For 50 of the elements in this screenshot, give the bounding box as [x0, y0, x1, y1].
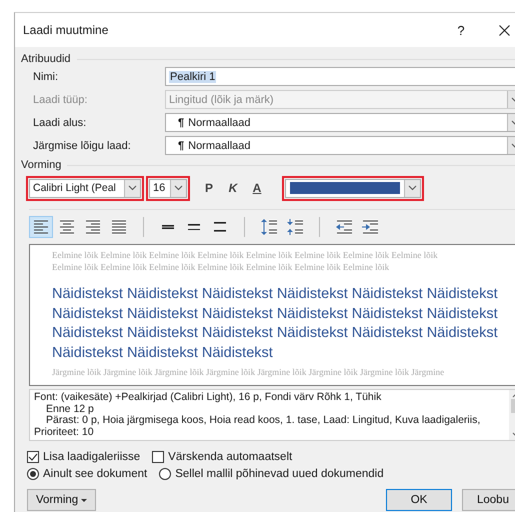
italic-button[interactable]: K	[223, 181, 243, 195]
window-title: Laadi muutmine	[23, 23, 110, 37]
checkbox-label: Värskenda automaatselt	[168, 451, 292, 463]
description-text: Font: (vaikesäte) +Pealkirjad (Calibri Light), 16 p, Fondi värv Rõhk 1, Tühik	[34, 392, 382, 404]
description-text: Enne 12 p	[45, 404, 95, 415]
description-text: Prioriteet: 10	[34, 426, 95, 438]
sample-text: Näidistekst Näidistekst Näidistekst Näidistekst Näidistekst Näidistekst	[52, 324, 499, 343]
previous-paragraph-text: Eelmine lõik Eelmine lõik Eelmine lõik Eelmine lõik Eelmine lõik Eelmine lõik Eelmine lõik	[52, 261, 390, 273]
justify-icon	[110, 218, 128, 236]
indent-icon	[361, 218, 379, 236]
description-text: Pärast: 0 p, Hoia järgmisega koos, Hoia read koos, 1. tase, Laad: Lingitud, Kuva laadigaleriis,	[45, 415, 482, 426]
format-menu-button[interactable]: Vorming	[27, 489, 96, 511]
close-icon[interactable]	[498, 24, 510, 36]
align-left-icon	[32, 218, 50, 236]
sample-text: Näidistekst Näidistekst Näidistekst Näidistekst Näidistekst Näidistekst	[52, 285, 499, 304]
radio-label: Ainult see dokument	[43, 468, 148, 480]
sample-text: Näidistekst Näidistekst Näidistekst	[52, 344, 274, 362]
caret-icon	[81, 499, 88, 503]
cancel-button[interactable]: Loobu	[462, 489, 515, 511]
single-icon	[162, 225, 174, 229]
space-less-icon	[286, 218, 304, 236]
field-label: Laadi alus:	[33, 116, 88, 128]
radio-button[interactable]	[159, 468, 172, 480]
dropdown-field[interactable]: ¶ Normaallaad	[165, 136, 515, 155]
dropdown-field[interactable]: ¶ Normaallaad	[165, 113, 515, 132]
ok-button[interactable]: OK	[386, 489, 452, 511]
align-right-icon	[84, 218, 102, 236]
section-heading: Vorming	[21, 159, 62, 171]
onehalf-icon	[188, 224, 200, 230]
field-label: Järgmise lõigu laad:	[33, 140, 132, 152]
space-more-icon	[260, 218, 278, 236]
input-field[interactable]: Pealkiri 1	[165, 67, 515, 86]
previous-paragraph-text: Eelmine lõik Eelmine lõik Eelmine lõik Eelmine lõik Eelmine lõik Eelmine lõik Eelmine lõik Eelmine lõik	[52, 249, 439, 261]
radio-button[interactable]	[27, 468, 39, 480]
checkbox[interactable]	[27, 451, 39, 463]
underline-button[interactable]: A	[247, 181, 267, 195]
section-heading: Atribuudid	[21, 53, 71, 65]
radio-label: Sellel mallil põhinevad uued dokumendid	[175, 468, 384, 480]
checkbox-label: Lisa laadigaleriisse	[43, 451, 140, 463]
bold-button[interactable]: P	[199, 181, 219, 195]
field-label: Laadi tüüp:	[33, 94, 88, 106]
sample-text: Näidistekst Näidistekst Näidistekst Näidistekst Näidistekst Näidistekst	[52, 304, 499, 324]
outdent-icon	[335, 218, 353, 236]
double-icon	[214, 222, 226, 232]
align-left-button[interactable]	[29, 216, 53, 238]
help-button[interactable]: ?	[438, 22, 484, 38]
checkbox[interactable]	[152, 451, 164, 463]
next-paragraph-text: Järgmine lõik Järgmine lõik Järgmine lõik Järgmine lõik Järgmine lõik Järgmine lõik Järgmine lõik Järgmine	[52, 366, 446, 378]
field-label: Nimi:	[33, 70, 60, 82]
align-center-icon	[58, 218, 76, 236]
